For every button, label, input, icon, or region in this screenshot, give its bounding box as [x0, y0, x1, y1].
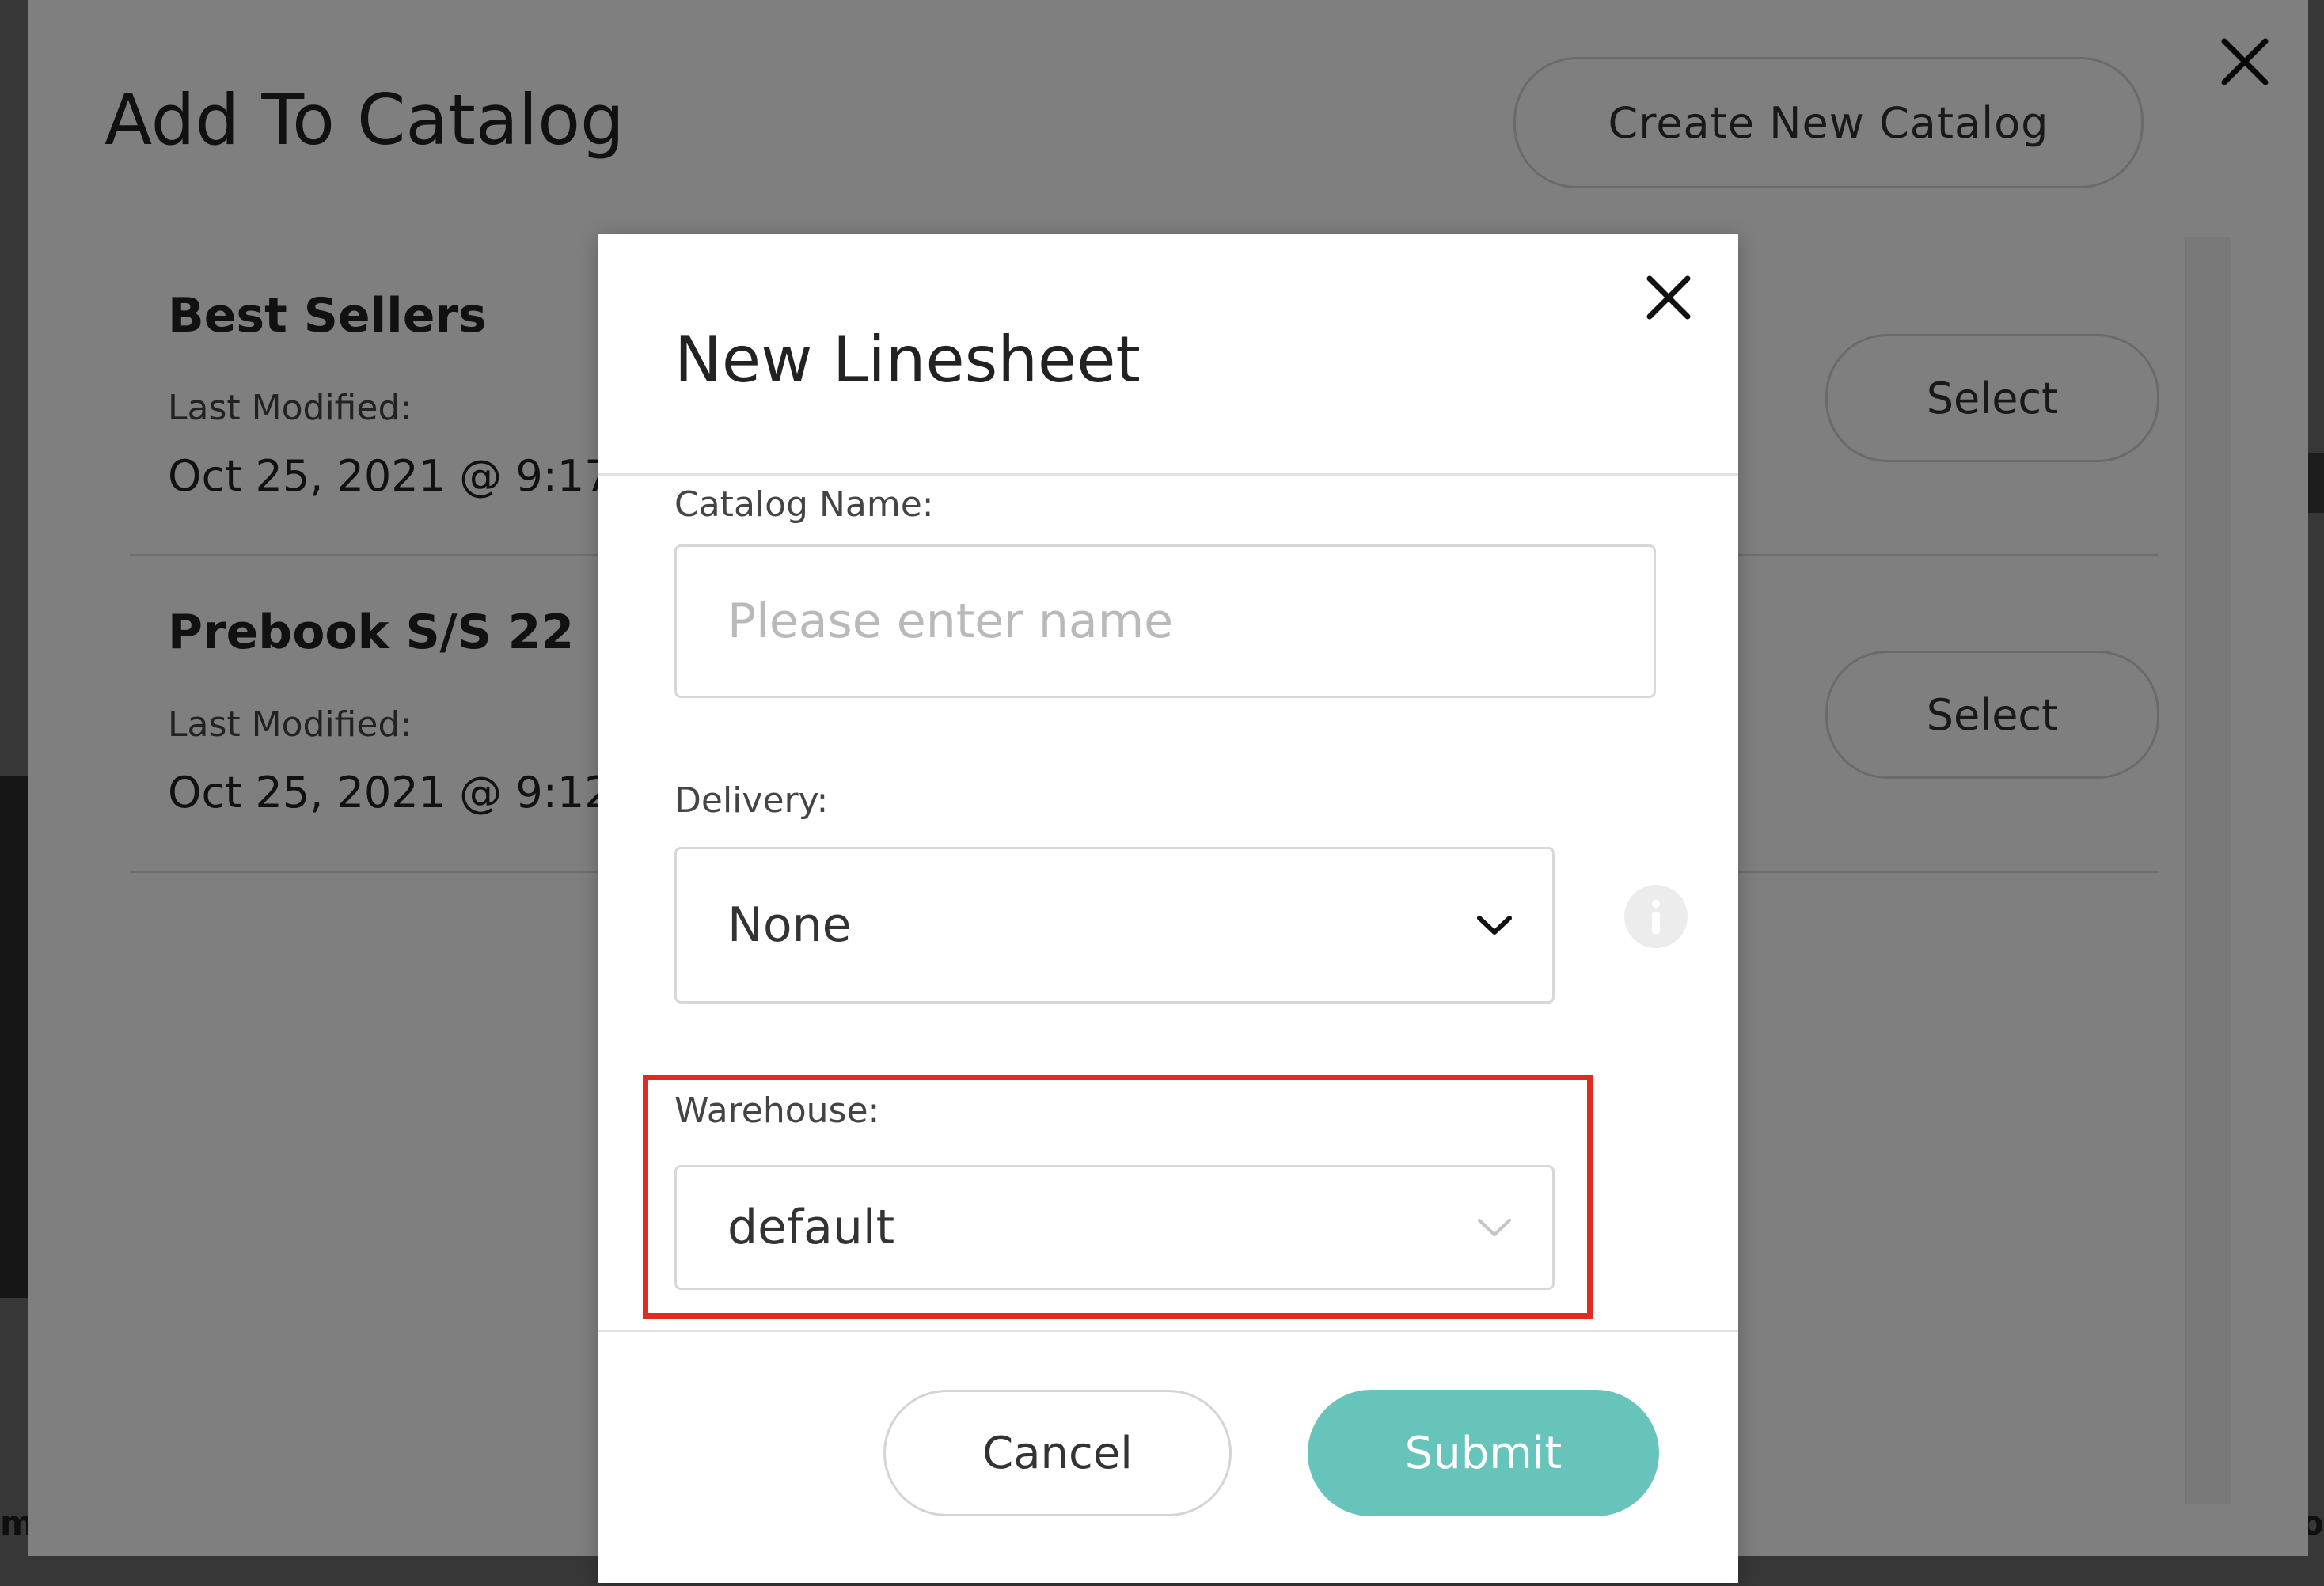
dialog-title: New Linesheet: [674, 323, 1141, 396]
cancel-button[interactable]: Cancel: [883, 1390, 1232, 1516]
chevron-down-icon: [1477, 916, 1512, 935]
close-icon[interactable]: [1643, 272, 1694, 323]
chevron-down-icon: [1478, 1219, 1511, 1236]
delivery-select[interactable]: None: [674, 847, 1555, 1004]
header-divider: [598, 473, 1738, 476]
delivery-selected-value: None: [727, 897, 852, 953]
warehouse-select[interactable]: default: [674, 1165, 1555, 1290]
footer-divider: [598, 1330, 1738, 1332]
submit-button[interactable]: Submit: [1308, 1390, 1659, 1516]
catalog-name-label: Catalog Name:: [674, 484, 934, 525]
delivery-label: Delivery:: [674, 780, 829, 821]
info-icon[interactable]: [1624, 885, 1688, 948]
warehouse-selected-value: default: [727, 1200, 895, 1255]
new-linesheet-dialog: New Linesheet Catalog Name: Delivery: No…: [598, 234, 1738, 1583]
catalog-name-input[interactable]: [674, 544, 1656, 698]
warehouse-label: Warehouse:: [674, 1091, 880, 1131]
